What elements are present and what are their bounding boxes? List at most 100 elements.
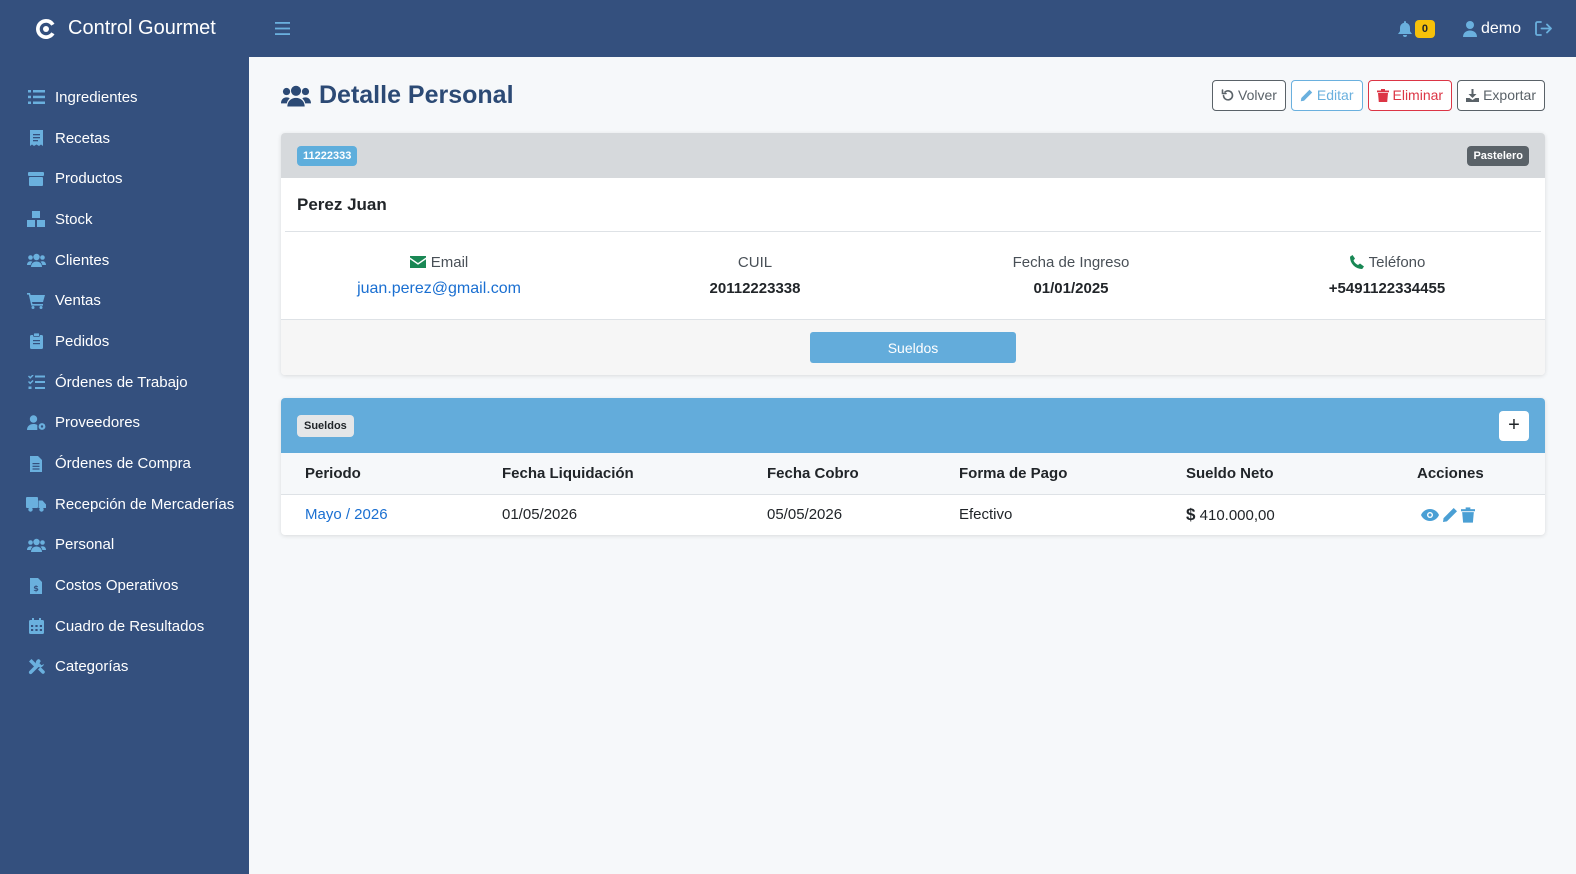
sidebar-item-ventas[interactable]: Ventas <box>0 280 249 321</box>
employee-info-row: Email juan.perez@gmail.com CUIL 20112223… <box>281 232 1545 319</box>
trash-icon[interactable] <box>1461 507 1475 523</box>
tools-icon <box>26 658 46 676</box>
cart-icon <box>26 292 46 310</box>
logo-icon <box>36 18 55 39</box>
users-icon <box>281 85 311 107</box>
currency-symbol: $ <box>1186 504 1196 524</box>
phone-icon <box>1349 255 1364 270</box>
sidebar-item-cuadro-resultados[interactable]: Cuadro de Resultados <box>0 606 249 647</box>
sueldos-card: Sueldos + Periodo Fecha Liquidación Fech… <box>281 398 1545 535</box>
notifications-count-badge: 0 <box>1414 19 1435 38</box>
user-gear-icon <box>26 414 46 432</box>
export-button[interactable]: Exportar <box>1457 79 1545 111</box>
topbar-right: 0 demo <box>1397 19 1576 38</box>
sidebar-item-label: Ingredientes <box>55 88 138 106</box>
users-icon <box>26 251 46 269</box>
page-title-text: Detalle Personal <box>319 80 514 109</box>
list-icon <box>26 88 46 106</box>
sidebar-item-label: Personal <box>55 536 115 554</box>
sueldo-neto-value: 410.000,00 <box>1199 506 1275 524</box>
brand[interactable]: Control Gourmet <box>0 0 249 57</box>
view-icon[interactable] <box>1421 508 1439 521</box>
back-button[interactable]: Volver <box>1212 79 1286 111</box>
sidebar-item-label: Productos <box>55 170 123 188</box>
sidebar-item-label: Cuadro de Resultados <box>55 617 205 635</box>
sidebar-item-stock[interactable]: Stock <box>0 199 249 240</box>
column-header-acciones: Acciones <box>1417 453 1545 495</box>
box-icon <box>26 170 46 188</box>
notifications-button[interactable]: 0 <box>1397 19 1435 38</box>
sidebar-item-recepcion[interactable]: Recepción de Mercaderías <box>0 484 249 525</box>
sidebar-item-label: Órdenes de Compra <box>55 455 191 473</box>
back-button-label: Volver <box>1238 87 1277 103</box>
sidebar-item-personal[interactable]: Personal <box>0 525 249 566</box>
svg-text:$: $ <box>33 584 39 593</box>
add-sueldo-button[interactable]: + <box>1499 410 1529 441</box>
cuil-label: CUIL <box>737 254 773 271</box>
employee-card-header: 11222333 Pastelero <box>281 133 1545 178</box>
user-icon <box>1462 20 1477 37</box>
user-menu[interactable]: demo <box>1462 20 1521 38</box>
edit-icon[interactable] <box>1442 507 1458 523</box>
sidebar-item-recetas[interactable]: Recetas <box>0 118 249 159</box>
ingreso-label: Fecha de Ingreso <box>1012 254 1130 271</box>
users-icon <box>26 536 46 554</box>
column-header-sueldo-neto[interactable]: Sueldo Neto <box>1186 453 1417 495</box>
sidebar-item-label: Clientes <box>55 251 110 269</box>
sueldos-button[interactable]: Sueldos <box>810 332 1016 363</box>
email-label: Email <box>430 253 469 271</box>
column-header-periodo[interactable]: Periodo <box>281 453 502 495</box>
page-header: Detalle Personal Volver Editar Eliminar … <box>281 57 1545 133</box>
menu-toggle-icon[interactable] <box>275 22 290 35</box>
sueldo-neto-cell: $ 410.000,00 <box>1186 494 1417 535</box>
sidebar-item-label: Proveedores <box>55 414 141 432</box>
sidebar-item-label: Pedidos <box>55 332 110 350</box>
column-header-cobro[interactable]: Fecha Cobro <box>767 453 959 495</box>
edit-button-label: Editar <box>1316 87 1354 103</box>
page-actions: Volver Editar Eliminar Exportar <box>1212 79 1545 111</box>
forma-pago-cell: Efectivo <box>959 506 1013 524</box>
cuil-value: 20112223338 <box>709 280 801 297</box>
periodo-link[interactable]: Mayo / 2026 <box>305 506 388 523</box>
employee-card-footer: Sueldos <box>281 319 1545 375</box>
sidebar-item-pedidos[interactable]: Pedidos <box>0 321 249 362</box>
fecha-liquidacion-cell: 01/05/2026 <box>502 506 578 524</box>
calendar-icon <box>26 617 46 635</box>
sidebar-item-clientes[interactable]: Clientes <box>0 240 249 281</box>
topbar: 0 demo <box>249 0 1576 57</box>
telefono-label: Teléfono <box>1368 254 1426 271</box>
sidebar-item-productos[interactable]: Productos <box>0 158 249 199</box>
ingreso-value: 01/01/2025 <box>1033 280 1109 297</box>
cuil-info: CUIL 20112223338 <box>597 254 913 297</box>
sidebar-item-ingredientes[interactable]: Ingredientes <box>0 77 249 118</box>
edit-button[interactable]: Editar <box>1290 79 1363 111</box>
sidebar-item-ordenes-trabajo[interactable]: Órdenes de Trabajo <box>0 362 249 403</box>
ingreso-info: Fecha de Ingreso 01/01/2025 <box>913 254 1229 297</box>
receipt-icon <box>26 129 46 147</box>
sidebar-item-categorias[interactable]: Categorías <box>0 647 249 688</box>
bell-icon <box>1397 20 1412 37</box>
sidebar-item-proveedores[interactable]: Proveedores <box>0 403 249 444</box>
pencil-icon <box>1300 89 1313 101</box>
delete-button[interactable]: Eliminar <box>1367 79 1453 111</box>
trash-icon <box>1376 88 1389 102</box>
employee-role-badge: Pastelero <box>1467 145 1529 166</box>
sueldos-table: Periodo Fecha Liquidación Fecha Cobro Fo… <box>281 453 1545 535</box>
sidebar-item-label: Recepción de Mercaderías <box>55 495 235 513</box>
email-link[interactable]: juan.perez@gmail.com <box>357 280 521 297</box>
sidebar-item-label: Costos Operativos <box>55 577 179 595</box>
column-header-liquidacion[interactable]: Fecha Liquidación <box>502 453 767 495</box>
download-icon <box>1466 88 1480 102</box>
sidebar-item-label: Órdenes de Trabajo <box>55 373 188 391</box>
column-header-forma-pago[interactable]: Forma de Pago <box>959 453 1186 495</box>
telefono-info: Teléfono +5491122334455 <box>1229 254 1545 297</box>
logout-icon[interactable] <box>1535 21 1552 36</box>
sidebar-item-ordenes-compra[interactable]: Órdenes de Compra <box>0 443 249 484</box>
list-check-icon <box>26 373 46 391</box>
fecha-cobro-cell: 05/05/2026 <box>767 506 843 524</box>
file-invoice-dollar-icon: $ <box>26 577 46 595</box>
sidebar-item-costos[interactable]: $ Costos Operativos <box>0 565 249 606</box>
sidebar: Control Gourmet Ingredientes Recetas Pro… <box>0 0 249 874</box>
sidebar-item-label: Ventas <box>55 292 101 310</box>
export-button-label: Exportar <box>1483 87 1536 103</box>
